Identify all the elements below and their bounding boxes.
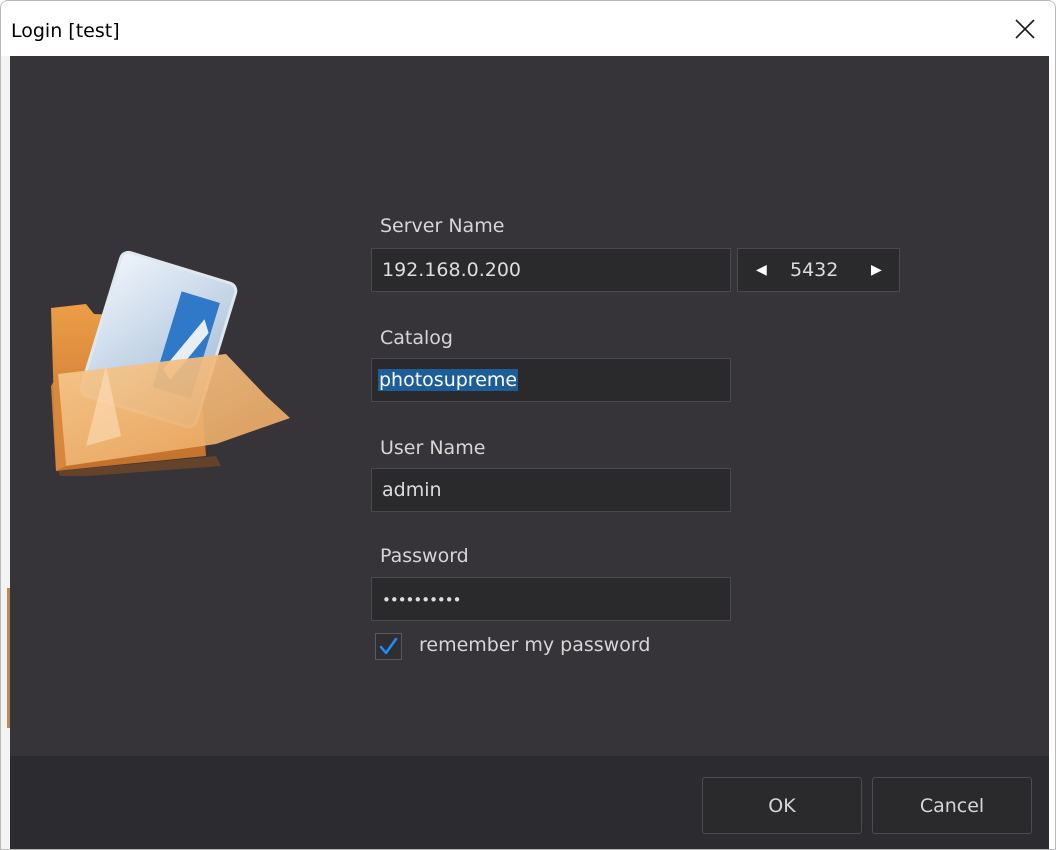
- remember-password-label[interactable]: remember my password: [419, 634, 650, 656]
- left-edge-strip: [1, 56, 10, 849]
- title-bar: Login [test]: [1, 1, 1055, 56]
- folder-photo-logo: [51, 250, 290, 476]
- user-name-label: User Name: [380, 437, 486, 459]
- password-label: Password: [380, 545, 469, 567]
- catalog-input[interactable]: photosupreme: [371, 358, 731, 402]
- cancel-button[interactable]: Cancel: [872, 777, 1032, 834]
- ok-button[interactable]: OK: [702, 777, 862, 834]
- catalog-label: Catalog: [380, 327, 453, 349]
- login-dialog: Login [test] Server Name 192.168.0.200 ◀…: [0, 0, 1056, 850]
- checkmark-icon: [379, 637, 398, 655]
- close-button[interactable]: [1003, 9, 1047, 49]
- port-stepper[interactable]: ◀ 5432 ▶: [737, 248, 900, 292]
- catalog-value: photosupreme: [378, 369, 519, 391]
- dialog-body: Server Name 192.168.0.200 ◀ 5432 ▶ Catal…: [10, 56, 1049, 849]
- password-input[interactable]: ••••••••••: [371, 577, 731, 621]
- close-icon: [1015, 19, 1035, 39]
- user-name-input[interactable]: admin: [371, 468, 731, 512]
- dialog-footer: OK Cancel: [10, 756, 1049, 849]
- window-title: Login [test]: [11, 20, 120, 42]
- remember-password-checkbox[interactable]: [375, 633, 402, 660]
- server-name-value: 192.168.0.200: [382, 259, 522, 281]
- triangle-left-icon[interactable]: ◀: [756, 261, 767, 279]
- server-name-input[interactable]: 192.168.0.200: [371, 248, 731, 292]
- user-name-value: admin: [382, 479, 442, 501]
- server-name-label: Server Name: [380, 215, 505, 237]
- triangle-right-icon[interactable]: ▶: [871, 261, 882, 279]
- password-value: ••••••••••: [382, 591, 461, 609]
- port-value: 5432: [790, 259, 839, 281]
